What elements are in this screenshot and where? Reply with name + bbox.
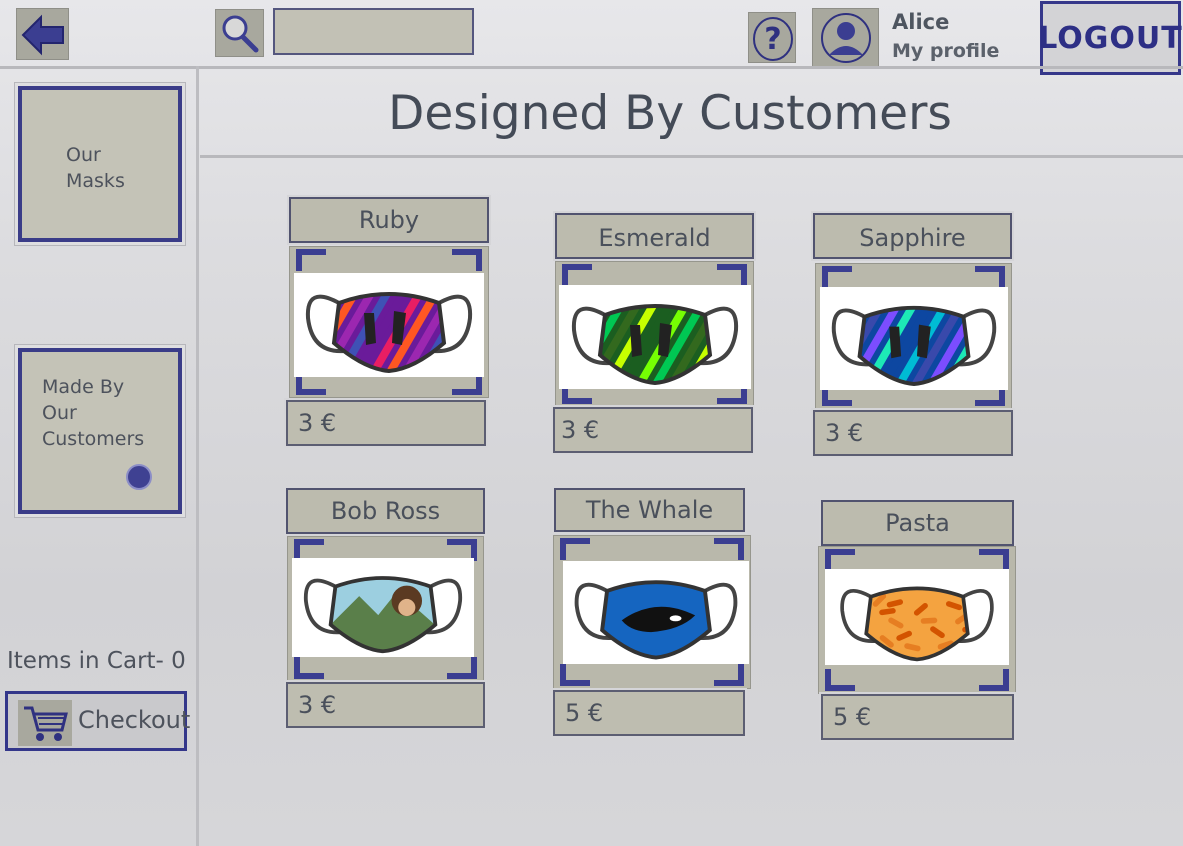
checkout-label: Checkout	[78, 706, 191, 734]
product-image-frame	[818, 546, 1016, 694]
back-arrow-icon	[21, 14, 64, 56]
product-name: Esmerald	[555, 213, 754, 259]
cart-count: Items in Cart- 0	[7, 648, 186, 674]
search-icon	[222, 15, 259, 53]
product-price: 3 €	[286, 400, 486, 446]
profile-name: Alice	[892, 10, 950, 34]
product-image	[294, 273, 484, 377]
product-image	[292, 558, 474, 657]
active-indicator-dot	[126, 464, 152, 490]
product-image-frame	[553, 535, 751, 689]
checkout-button[interactable]: Checkout	[5, 691, 191, 751]
product-image	[820, 287, 1008, 390]
my-profile-link[interactable]: My profile	[892, 40, 999, 62]
avatar[interactable]	[812, 8, 879, 67]
product-price: 5 €	[821, 694, 1014, 740]
sidebar-item-our-masks[interactable]: Our Masks	[18, 86, 182, 242]
product-name: Bob Ross	[286, 488, 485, 534]
product-name: Sapphire	[813, 213, 1012, 259]
product-price: 3 €	[286, 682, 485, 728]
sidebar-item-label: Made By Our Customers	[42, 376, 145, 450]
product-name: Pasta	[821, 500, 1014, 546]
sidebar-item-label: Our Masks	[66, 144, 125, 192]
cart-icon	[18, 700, 72, 746]
svg-text:?: ?	[764, 22, 781, 57]
product-image	[825, 569, 1009, 665]
help-question-icon: ?	[753, 17, 793, 61]
search-field[interactable]	[273, 8, 474, 55]
product-name: The Whale	[554, 488, 745, 532]
product-image-frame	[289, 246, 489, 398]
product-price: 3 €	[813, 410, 1013, 456]
search-input[interactable]	[275, 10, 472, 53]
search-button[interactable]	[215, 9, 264, 57]
page-title: Designed By Customers	[388, 86, 952, 141]
product-image	[563, 561, 749, 664]
product-price: 5 €	[553, 690, 745, 736]
title-divider	[200, 155, 1183, 158]
back-button[interactable]	[16, 8, 69, 60]
header-divider	[0, 66, 1183, 69]
logout-button[interactable]: LOGOUT	[1038, 1, 1182, 75]
product-image	[559, 285, 751, 389]
sidebar-divider	[196, 66, 199, 846]
user-avatar-icon	[821, 13, 871, 63]
product-image-frame	[287, 536, 484, 682]
product-name: Ruby	[289, 197, 489, 243]
product-image-frame	[815, 263, 1012, 409]
help-button[interactable]: ?	[748, 12, 796, 63]
product-price: 3 €	[553, 407, 753, 453]
sidebar-item-made-by-customers[interactable]: Made By Our Customers	[18, 348, 182, 514]
product-image-frame	[555, 261, 754, 407]
